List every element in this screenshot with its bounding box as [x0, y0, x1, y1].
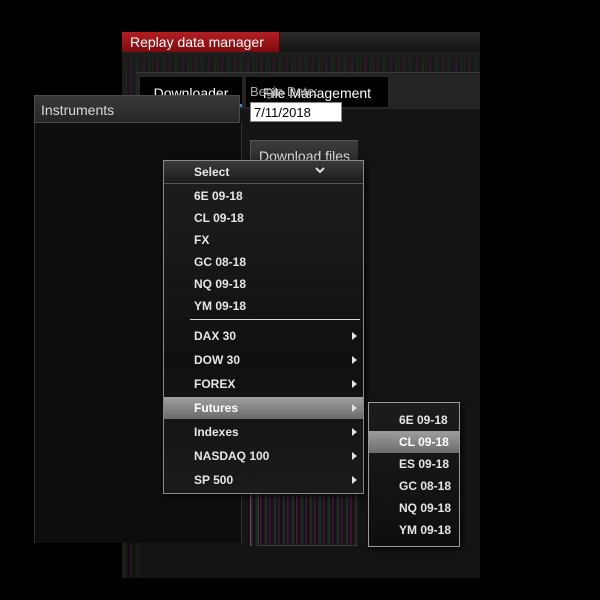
category-label: Futures: [194, 401, 239, 415]
chevron-right-icon: [352, 428, 357, 436]
futures-item-6e-09-18[interactable]: 6E 09-18: [369, 409, 459, 431]
chevron-right-icon: [352, 404, 357, 412]
begin-date-label: Begin Date:: [250, 84, 318, 99]
chevron-right-icon: [352, 380, 357, 388]
recent-item-ym-09-18[interactable]: YM 09-18: [164, 295, 363, 317]
category-indexes[interactable]: Indexes: [164, 421, 363, 443]
instrument-dropdown[interactable]: Select 6E 09-18 CL 09-18 FX GC 08-18 NQ …: [163, 160, 364, 494]
window-title: Replay data manager: [122, 32, 280, 52]
title-bar[interactable]: Replay data manager: [122, 32, 480, 52]
chevron-right-icon: [352, 332, 357, 340]
category-forex[interactable]: FOREX: [164, 373, 363, 395]
futures-item-nq-09-18[interactable]: NQ 09-18: [369, 497, 459, 519]
futures-item-ym-09-18[interactable]: YM 09-18: [369, 519, 459, 541]
chevron-right-icon: [352, 452, 357, 460]
category-label: SP 500: [194, 473, 234, 487]
category-label: FOREX: [194, 377, 236, 391]
recent-item-gc-08-18[interactable]: GC 08-18: [164, 251, 363, 273]
begin-date-input[interactable]: [250, 102, 342, 122]
chevron-down-icon: [315, 167, 325, 174]
futures-submenu[interactable]: 6E 09-18 CL 09-18 ES 09-18 GC 08-18 NQ 0…: [368, 402, 460, 547]
chevron-right-icon: [352, 476, 357, 484]
instrument-select[interactable]: Select: [164, 161, 363, 184]
category-dax-30[interactable]: DAX 30: [164, 325, 363, 347]
category-label: DAX 30: [194, 329, 237, 343]
recent-item-nq-09-18[interactable]: NQ 09-18: [164, 273, 363, 295]
chevron-right-icon: [352, 356, 357, 364]
category-sp-500[interactable]: SP 500: [164, 469, 363, 491]
futures-item-gc-08-18[interactable]: GC 08-18: [369, 475, 459, 497]
category-futures[interactable]: Futures: [164, 397, 363, 419]
category-label: NASDAQ 100: [194, 449, 270, 463]
futures-item-es-09-18[interactable]: ES 09-18: [369, 453, 459, 475]
recent-item-fx[interactable]: FX: [164, 229, 363, 251]
instruments-header: Instruments: [34, 95, 240, 123]
recent-item-6e-09-18[interactable]: 6E 09-18: [164, 185, 363, 207]
recent-item-cl-09-18[interactable]: CL 09-18: [164, 207, 363, 229]
category-label: DOW 30: [194, 353, 241, 367]
futures-item-cl-09-18[interactable]: CL 09-18: [369, 431, 459, 453]
category-label: Indexes: [194, 425, 239, 439]
select-label: Select: [194, 165, 230, 179]
category-dow-30[interactable]: DOW 30: [164, 349, 363, 371]
category-nasdaq-100[interactable]: NASDAQ 100: [164, 445, 363, 467]
menu-separator: [190, 319, 360, 320]
